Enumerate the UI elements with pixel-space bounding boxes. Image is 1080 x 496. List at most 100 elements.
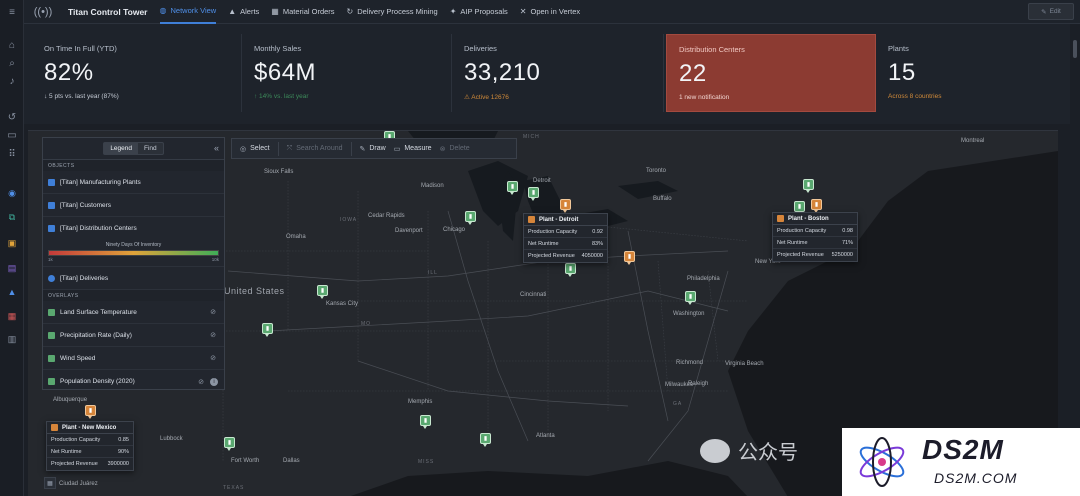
collapse-panel-icon[interactable]: « bbox=[214, 143, 219, 153]
legend-item-customers[interactable]: [Titan] Customers bbox=[43, 194, 224, 217]
plant-pin[interactable]: ▮ bbox=[507, 181, 518, 195]
app-icon-1[interactable]: ◉ bbox=[5, 186, 19, 200]
row-key: Projected Revenue bbox=[528, 253, 575, 259]
atom-logo-icon bbox=[859, 437, 905, 487]
legend-item-deliveries[interactable]: [Titan] Deliveries bbox=[43, 267, 224, 290]
factory-icon: ▮ bbox=[685, 291, 696, 302]
city-label: Richmond bbox=[676, 360, 704, 366]
folder-icon[interactable]: ▭ bbox=[5, 128, 19, 142]
plant-pin[interactable]: ▮ bbox=[317, 285, 328, 299]
tab-legend[interactable]: Legend bbox=[104, 143, 139, 154]
plant-popup-new-mexico[interactable]: Plant - New Mexico Production Capacity 0.… bbox=[46, 421, 134, 471]
legend-header: Legend Find « bbox=[43, 138, 224, 160]
factory-icon: ▮ bbox=[560, 199, 571, 210]
draw-tool-button[interactable]: ✎ Draw bbox=[360, 145, 386, 153]
vertex-icon: ✕ bbox=[519, 7, 527, 16]
tab-network-view[interactable]: ◍ Network View bbox=[159, 0, 217, 24]
plant-pin[interactable]: ▮ bbox=[565, 263, 576, 277]
app-title: Titan Control Tower bbox=[68, 6, 148, 17]
overlay-wind-speed[interactable]: Wind Speed ⊘ bbox=[43, 347, 224, 370]
overlay-icon bbox=[48, 378, 55, 385]
kpi-subtext: ↓ 5 pts vs. last year (87%) bbox=[44, 93, 119, 100]
app-root: ≡ ⌂ ⌕ ♪ ↺ ▭ ⠿ ◉ ⧉ ▣ ▤ ▲ ▦ ▥ ((•)) Titan … bbox=[0, 0, 1080, 496]
select-tool-button[interactable]: ◎ Select bbox=[240, 145, 270, 153]
city-label: Buffalo bbox=[653, 196, 672, 202]
tab-open-in-vertex[interactable]: ✕ Open in Vertex bbox=[520, 0, 580, 24]
plant-pin[interactable]: ▮ bbox=[465, 211, 476, 225]
plant-pin[interactable]: ▮ bbox=[420, 415, 431, 429]
city-label: Philadelphia bbox=[687, 276, 720, 282]
plant-pin[interactable]: ▮ bbox=[480, 433, 491, 447]
search-icon[interactable]: ⌕ bbox=[5, 56, 19, 70]
kpi-card-monthly-sales[interactable]: Monthly Sales $64M ↑ 14% vs. last year bbox=[242, 34, 452, 112]
search-around-button[interactable]: ⤧ Search Around bbox=[287, 145, 343, 153]
legend-item-distribution-centers[interactable]: [Titan] Distribution Centers bbox=[43, 217, 224, 240]
plant-pin[interactable]: ▮ bbox=[803, 179, 814, 193]
map-layers-icon[interactable]: ▦ bbox=[44, 477, 56, 489]
scrollbar-thumb[interactable] bbox=[1073, 40, 1077, 58]
app-icon-6[interactable]: ▦ bbox=[5, 309, 19, 323]
plant-popup-detroit[interactable]: Plant - Detroit Production Capacity 0.92 … bbox=[523, 213, 608, 263]
app-icon-3[interactable]: ▣ bbox=[5, 236, 19, 250]
plant-popup-boston[interactable]: Plant - Boston Production Capacity 0.98 N… bbox=[772, 212, 858, 262]
kpi-label: Monthly Sales bbox=[254, 44, 302, 53]
plant-pin[interactable]: ▮ bbox=[224, 437, 235, 451]
expand-menu-icon[interactable]: ≡ bbox=[5, 5, 19, 19]
eye-off-icon[interactable]: ⊘ bbox=[210, 354, 216, 362]
tool-label: Delete bbox=[449, 145, 470, 152]
delete-tool-button[interactable]: ⊗ Delete bbox=[440, 145, 470, 153]
kpi-card-plants[interactable]: Plants 15 Across 8 countries bbox=[876, 34, 1066, 112]
tab-find[interactable]: Find bbox=[138, 143, 163, 154]
measure-tool-button[interactable]: ▭ Measure bbox=[394, 145, 432, 153]
kpi-card-otif[interactable]: On Time In Full (YTD) 82% ↓ 5 pts vs. la… bbox=[32, 34, 242, 112]
tab-delivery-process-mining[interactable]: ↻ Delivery Process Mining bbox=[347, 0, 438, 24]
legend-item-manufacturing-plants[interactable]: [Titan] Manufacturing Plants bbox=[43, 171, 224, 194]
state-label: MICH bbox=[523, 134, 540, 140]
eye-off-icon[interactable]: ⊘ bbox=[210, 308, 216, 316]
notifications-icon[interactable]: ♪ bbox=[5, 74, 19, 88]
city-label: Detroit bbox=[533, 178, 551, 184]
tab-aip-proposals[interactable]: ✦ AIP Proposals bbox=[450, 0, 508, 24]
factory-icon: ▮ bbox=[420, 415, 431, 426]
home-icon[interactable]: ⌂ bbox=[5, 38, 19, 52]
overlay-population-density[interactable]: Population Density (2020) ⊘ i bbox=[43, 370, 224, 393]
overlay-precipitation-rate[interactable]: Precipitation Rate (Daily) ⊘ bbox=[43, 324, 224, 347]
app-icon-2[interactable]: ⧉ bbox=[5, 210, 19, 224]
plant-pin[interactable]: ▮ bbox=[528, 187, 539, 201]
plant-pin[interactable]: ▮ bbox=[262, 323, 273, 337]
info-icon[interactable]: i bbox=[210, 377, 218, 386]
row-key: Production Capacity bbox=[51, 436, 101, 443]
warning-icon: ▲ bbox=[228, 7, 237, 16]
edit-button[interactable]: ✎ Edit bbox=[1028, 3, 1074, 20]
tab-material-orders[interactable]: ▦ Material Orders bbox=[271, 0, 334, 24]
app-icon-5[interactable]: ▲ bbox=[5, 285, 19, 299]
plant-pin[interactable]: ▮ bbox=[624, 251, 635, 265]
plant-pin-new-mexico[interactable]: ▮ bbox=[85, 405, 96, 419]
popup-row: Projected Revenue 3900000 bbox=[47, 458, 133, 470]
kpi-label: Distribution Centers bbox=[679, 45, 745, 54]
layer-icon bbox=[48, 201, 55, 209]
overlay-land-surface-temperature[interactable]: Land Surface Temperature ⊘ bbox=[43, 301, 224, 324]
page-scrollbar[interactable] bbox=[1072, 40, 1078, 480]
row-value: 0.85 bbox=[118, 436, 129, 443]
row-key: Production Capacity bbox=[777, 227, 827, 234]
tab-alerts[interactable]: ▲ Alerts bbox=[228, 0, 259, 24]
row-key: Projected Revenue bbox=[51, 461, 98, 467]
history-icon[interactable]: ↺ bbox=[5, 110, 19, 124]
plant-pin[interactable]: ▮ bbox=[685, 291, 696, 305]
plant-pin-boston[interactable]: ▮ bbox=[811, 199, 822, 213]
eye-off-icon[interactable]: ⊘ bbox=[198, 378, 204, 386]
layer-icon bbox=[48, 225, 55, 232]
eye-off-icon[interactable]: ⊘ bbox=[210, 331, 216, 339]
city-label: Virginia Beach bbox=[725, 361, 764, 367]
row-value: 0.98 bbox=[842, 227, 853, 234]
kpi-card-deliveries[interactable]: Deliveries 33,210 ⚠ Active 12676 bbox=[452, 34, 664, 112]
kpi-card-distribution-centers[interactable]: Distribution Centers 22 1 new notificati… bbox=[666, 34, 876, 112]
apps-grid-icon[interactable]: ⠿ bbox=[5, 147, 19, 161]
objects-section-header: OBJECTS bbox=[43, 160, 224, 171]
app-icon-7[interactable]: ▥ bbox=[5, 332, 19, 346]
plant-pin-detroit[interactable]: ▮ bbox=[560, 199, 571, 213]
tool-label: Draw bbox=[369, 145, 386, 152]
app-icon-4[interactable]: ▤ bbox=[5, 261, 19, 275]
city-label: Madison bbox=[421, 183, 444, 189]
